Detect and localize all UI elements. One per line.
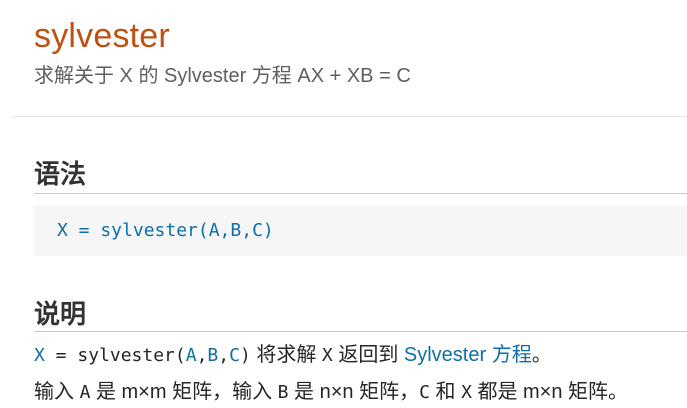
- description-line-1: X = sylvester(A,B,C) 将求解 X 返回到 Sylvester…: [34, 341, 684, 370]
- header-divider: [12, 116, 687, 117]
- description-text: 将求解: [250, 344, 322, 366]
- input-b-link[interactable]: B: [207, 345, 218, 366]
- page-title: sylvester: [34, 17, 170, 55]
- function-call-close: ): [239, 345, 251, 366]
- x-code-reference: X: [461, 382, 472, 403]
- x-code-reference: X: [321, 345, 333, 366]
- argument-separator: ,: [196, 345, 208, 366]
- output-variable-link[interactable]: X: [34, 345, 45, 366]
- page-header: sylvester 求解关于 X 的 Sylvester 方程 AX + XB …: [34, 14, 674, 90]
- description-text: 都是 m×n 矩阵。: [471, 381, 629, 403]
- description-line-2: 输入 A 是 m×m 矩阵，输入 B 是 n×n 矩阵，C 和 X 都是 m×n…: [34, 378, 684, 407]
- b-code-reference: B: [277, 382, 289, 403]
- description-text: 是 n×n 矩阵，: [288, 381, 420, 403]
- description-text: 输入: [34, 381, 80, 403]
- a-code-reference: A: [79, 382, 91, 403]
- page-subtitle: 求解关于 X 的 Sylvester 方程 AX + XB = C: [34, 65, 411, 87]
- syntax-code-block: X = sylvester(A,B,C): [34, 206, 687, 256]
- input-c-link[interactable]: C: [229, 345, 240, 366]
- description-divider: [34, 331, 687, 332]
- description-text: 返回到: [332, 344, 404, 366]
- syntax-divider: [34, 193, 687, 194]
- description-period: 。: [531, 344, 552, 366]
- description-text: 是 m×m 矩阵，输入: [90, 381, 278, 403]
- syntax-heading: 语法: [34, 159, 87, 189]
- sylvester-equation-link[interactable]: Sylvester 方程: [404, 344, 532, 366]
- c-code-reference: C: [419, 382, 430, 403]
- function-call-text: = sylvester(: [44, 345, 186, 366]
- input-a-link[interactable]: A: [186, 345, 197, 366]
- description-heading: 说明: [34, 299, 87, 329]
- argument-separator: ,: [218, 345, 230, 366]
- description-text: 和: [429, 381, 462, 403]
